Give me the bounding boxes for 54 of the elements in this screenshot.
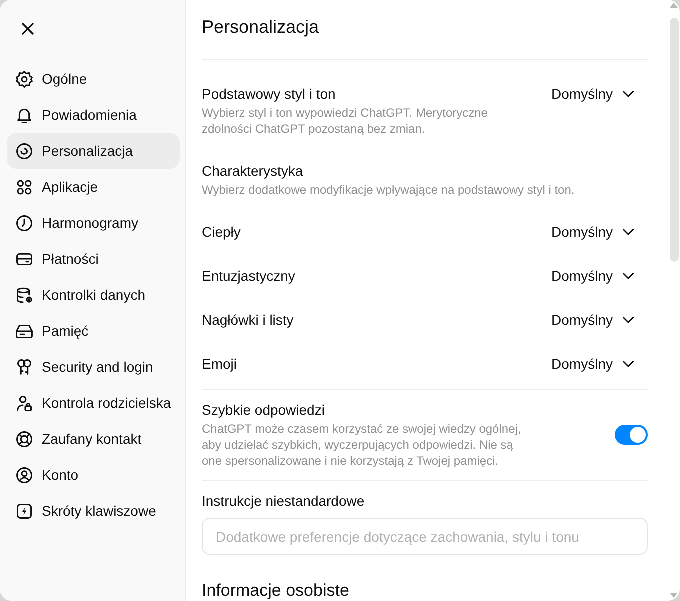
dropdown[interactable]: Domyślny: [552, 222, 634, 242]
chevron-down-icon: [623, 317, 634, 323]
scroll-down-arrow-icon[interactable]: [670, 593, 678, 598]
page-title: Personalizacja: [202, 16, 320, 39]
setting-label: Charakterystyka: [202, 162, 304, 181]
scrollbar-thumb[interactable]: [670, 18, 678, 262]
setting-label: Podstawowy styl i ton: [202, 85, 336, 104]
clock-icon: [16, 214, 33, 232]
dropdown[interactable]: Domyślny: [552, 266, 634, 286]
user-circle-icon: [16, 466, 33, 484]
bell-icon: [16, 106, 33, 124]
setting-label: Entuzjastyczny: [202, 267, 296, 286]
sidebar-item[interactable]: Kontrolki danych: [7, 277, 180, 313]
circle-swirl-icon: [16, 142, 33, 160]
sidebar-item[interactable]: Kontrola rodzicielska: [7, 385, 180, 421]
chevron-down-icon: [623, 229, 634, 235]
grid-icon: [16, 178, 33, 196]
setting-label: Emoji: [202, 355, 238, 374]
sidebar-item[interactable]: Aplikacje: [7, 169, 180, 205]
text-field[interactable]: Dodatkowe preferencje dotyczące zachowania, stylu i tonu: [202, 518, 648, 555]
setting-description: Wybierz styl i ton wypowiedzi ChatGPT. Merytoryczne zdolności ChatGPT pozostaną bez zmian.: [202, 105, 489, 137]
setting-label: Instrukcje niestandardowe: [202, 492, 365, 511]
gear-icon: [16, 70, 33, 88]
close-icon: [22, 23, 34, 35]
chevron-down-icon: [623, 91, 634, 97]
sidebar-item[interactable]: Ogólne: [7, 61, 180, 97]
sidebar-item[interactable]: Personalizacja: [7, 133, 180, 169]
keys-icon: [16, 358, 33, 376]
card-icon: [16, 250, 33, 268]
sidebar-item[interactable]: Konto: [7, 457, 180, 493]
sidebar-item[interactable]: Skróty klawiszowe: [7, 493, 180, 529]
setting-description: ChatGPT może czasem korzystać ze swojej wiedzy ogólnej, aby udzielać szybkich, wyczerpujących odpowiedzi. Nie są one spersonalizowane i nie korzystają z Twojej pamięci.: [202, 421, 522, 469]
sidebar-item[interactable]: Zaufany kontakt: [7, 421, 180, 457]
sidebar-item[interactable]: Harmonogramy: [7, 205, 180, 241]
setting-label: Ciepły: [202, 223, 241, 242]
lifebuoy-icon: [16, 430, 33, 448]
sidebar-item[interactable]: Płatności: [7, 241, 180, 277]
setting-label: Szybkie odpowiedzi: [202, 401, 325, 420]
chevron-down-icon: [623, 273, 634, 279]
sidebar-item[interactable]: Powiadomienia: [7, 97, 180, 133]
user-lock-icon: [16, 394, 33, 412]
dropdown[interactable]: Domyślny: [552, 354, 634, 374]
toggle-switch[interactable]: [615, 424, 648, 444]
setting-description: Wybierz dodatkowe modyfikacje wpływające na podstawowy styl i ton.: [202, 182, 575, 198]
scroll-up-arrow-icon[interactable]: [670, 3, 678, 8]
sidebar-item[interactable]: Security and login: [7, 349, 180, 385]
chevron-down-icon: [623, 361, 634, 367]
section-heading: Informacje osobiste: [202, 580, 350, 601]
dropdown[interactable]: Domyślny: [552, 310, 634, 330]
setting-label: Nagłówki i listy: [202, 311, 294, 330]
drive-icon: [16, 322, 33, 340]
sidebar-item[interactable]: Pamięć: [7, 313, 180, 349]
dropdown[interactable]: Domyślny: [552, 84, 634, 104]
database-gear-icon: [16, 286, 33, 304]
